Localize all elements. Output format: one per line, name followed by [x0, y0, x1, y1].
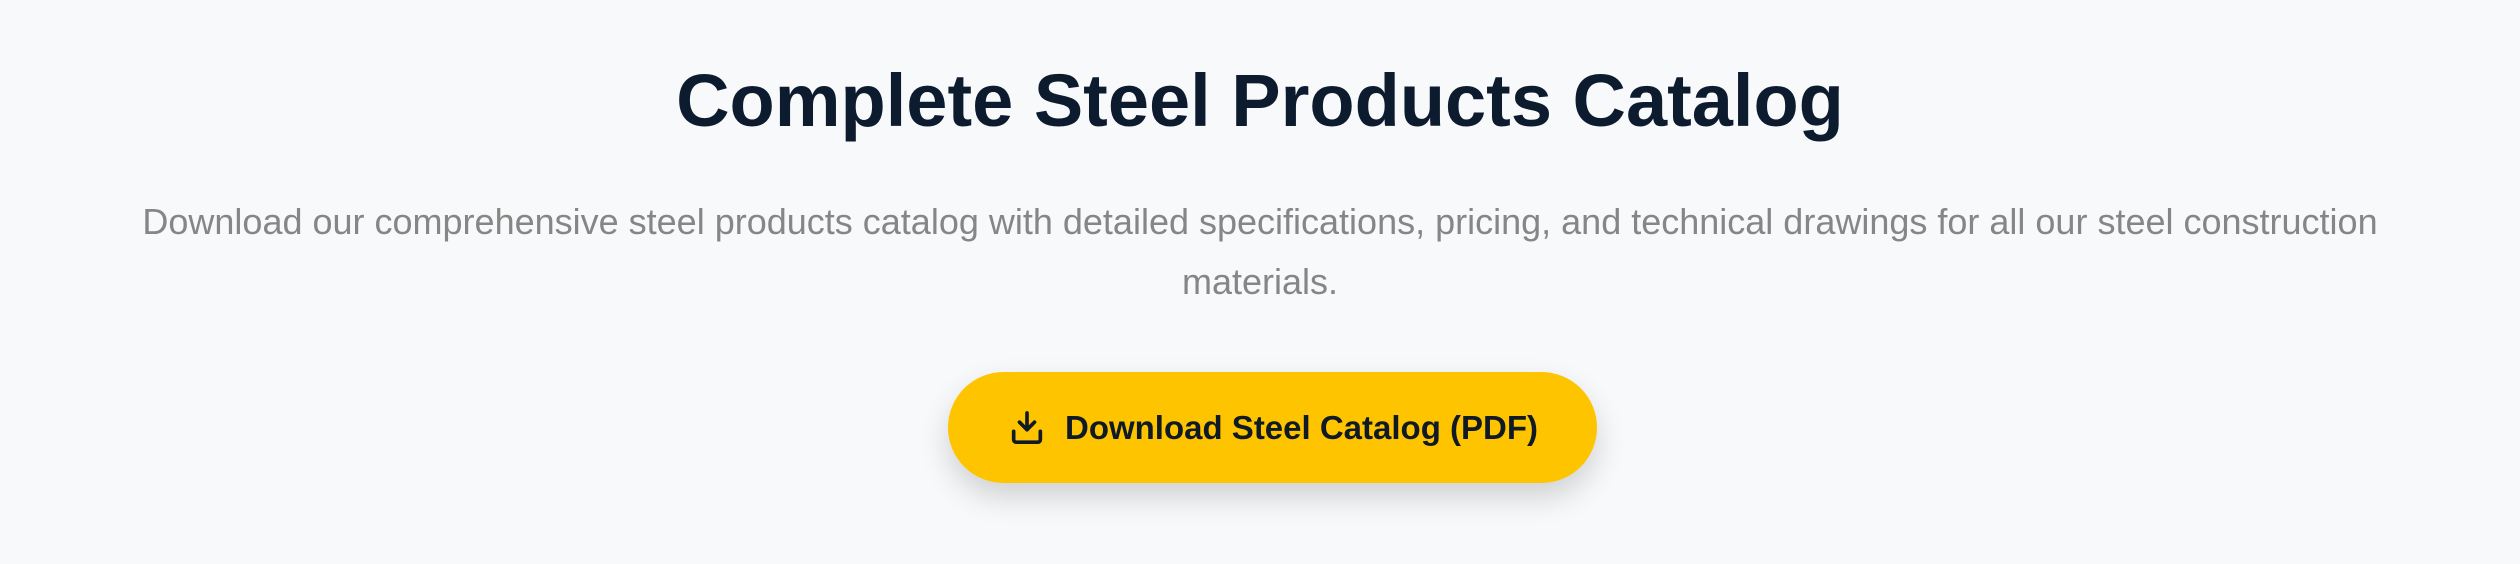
download-catalog-button[interactable]: Download Steel Catalog (PDF): [948, 372, 1597, 483]
catalog-description: Download our comprehensive steel product…: [142, 201, 2378, 302]
catalog-download-section: Complete Steel Products Catalog Download…: [0, 0, 2520, 564]
download-icon: [1011, 410, 1043, 444]
page-title: Complete Steel Products Catalog: [676, 59, 1844, 142]
download-button-label: Download Steel Catalog (PDF): [1064, 408, 1539, 446]
